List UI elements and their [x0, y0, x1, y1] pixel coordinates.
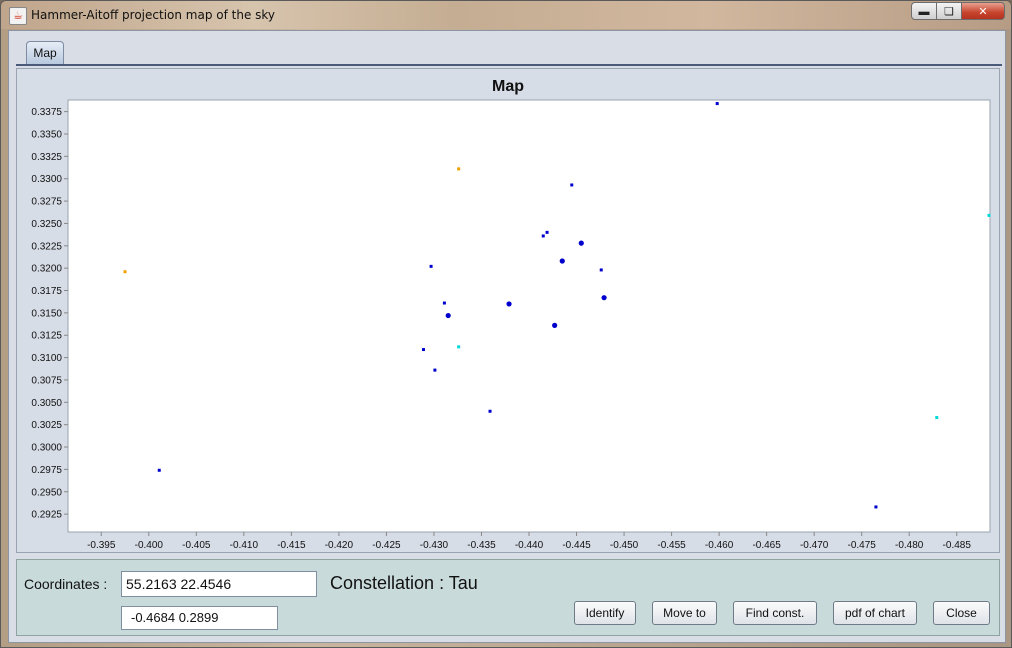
- y-tick-label: 0.3175: [31, 286, 62, 297]
- y-axis: 0.2925 0.2950 0.2975 0.3000 0.3025 0.3050 0.30…: [31, 107, 68, 521]
- y-tick-label: 0.3100: [31, 353, 62, 364]
- identify-button[interactable]: Identify: [574, 601, 636, 625]
- y-tick-label: 0.3275: [31, 197, 62, 208]
- star-point[interactable]: [429, 264, 433, 268]
- control-panel: Coordinates : 55.2163 22.4546 -0.4684 0.…: [16, 559, 1000, 636]
- map-chart[interactable]: Map 0.2925 0.2950 0.2975 0.3000 0.3025 0.3050…: [17, 69, 999, 552]
- x-tick-label: -0.395: [87, 540, 116, 551]
- star-point[interactable]: [442, 301, 446, 305]
- window-title: Hammer-Aitoff projection map of the sky: [31, 8, 276, 22]
- x-tick-label: -0.480: [895, 540, 924, 551]
- star-point[interactable]: [601, 295, 607, 301]
- y-tick-label: 0.3075: [31, 375, 62, 386]
- projected-value: -0.4684 0.2899: [131, 610, 219, 625]
- x-axis: -0.395 -0.400 -0.405 -0.410 -0.415 -0.420 -0.4…: [87, 532, 971, 551]
- star-point[interactable]: [570, 183, 574, 187]
- y-tick-label: 0.3200: [31, 264, 62, 275]
- map-chart-panel: Map 0.2925 0.2950 0.2975 0.3000 0.3025 0.3050…: [16, 68, 1000, 553]
- content-area: Map Map 0.2925 0.2950 0.2975 0.3000 0.3025 0.…: [8, 30, 1006, 643]
- star-point[interactable]: [457, 345, 461, 349]
- star-point[interactable]: [488, 409, 492, 413]
- y-tick-label: 0.2975: [31, 465, 62, 476]
- coordinates-label: Coordinates :: [24, 576, 108, 592]
- y-tick-label: 0.3350: [31, 129, 62, 140]
- x-tick-label: -0.435: [467, 540, 496, 551]
- x-tick-label: -0.425: [372, 540, 401, 551]
- x-tick-label: -0.445: [562, 540, 591, 551]
- star-point[interactable]: [445, 312, 451, 319]
- y-tick-label: 0.3000: [31, 443, 62, 454]
- x-tick-label: -0.430: [420, 540, 449, 551]
- star-point[interactable]: [157, 468, 161, 472]
- app-window: ☕ Hammer-Aitoff projection map of the sk…: [0, 0, 1012, 648]
- star-point[interactable]: [506, 301, 512, 307]
- window-controls: ▬ ❏ ✕: [911, 2, 1005, 21]
- coordinates-field[interactable]: 55.2163 22.4546: [121, 571, 317, 597]
- y-tick-label: 0.3325: [31, 152, 62, 163]
- y-tick-label: 0.3050: [31, 398, 62, 409]
- x-tick-label: -0.400: [135, 540, 164, 551]
- star-point[interactable]: [874, 505, 878, 509]
- y-tick-label: 0.3250: [31, 219, 62, 230]
- star-point[interactable]: [987, 213, 991, 217]
- x-tick-label: -0.485: [943, 540, 972, 551]
- chart-title: Map: [492, 78, 524, 95]
- x-tick-label: -0.450: [610, 540, 639, 551]
- pdf-of-chart-button[interactable]: pdf of chart: [833, 601, 917, 625]
- y-tick-label: 0.3225: [31, 241, 62, 252]
- x-tick-label: -0.420: [325, 540, 354, 551]
- x-tick-label: -0.405: [182, 540, 211, 551]
- x-tick-label: -0.440: [515, 540, 544, 551]
- star-point[interactable]: [123, 270, 127, 274]
- x-tick-label: -0.460: [705, 540, 734, 551]
- y-tick-label: 0.3125: [31, 331, 62, 342]
- coordinates-value: 55.2163 22.4546: [126, 576, 232, 592]
- y-tick-label: 0.3150: [31, 308, 62, 319]
- star-point[interactable]: [599, 268, 603, 272]
- minimize-icon[interactable]: ▬: [911, 2, 937, 20]
- y-tick-label: 0.2950: [31, 487, 62, 498]
- title-bar[interactable]: ☕ Hammer-Aitoff projection map of the sk…: [1, 1, 1011, 29]
- y-tick-label: 0.2925: [31, 510, 62, 521]
- projected-coordinates-field[interactable]: -0.4684 0.2899: [121, 606, 278, 630]
- star-point[interactable]: [578, 240, 584, 246]
- x-tick-label: -0.410: [230, 540, 259, 551]
- x-tick-label: -0.475: [848, 540, 877, 551]
- star-point[interactable]: [457, 167, 461, 171]
- find-const-button[interactable]: Find const.: [733, 601, 817, 625]
- star-point[interactable]: [559, 258, 565, 264]
- star-point[interactable]: [541, 234, 545, 238]
- move-to-button[interactable]: Move to: [652, 601, 717, 625]
- close-icon[interactable]: ✕: [961, 2, 1005, 20]
- star-point[interactable]: [715, 102, 719, 106]
- star-point[interactable]: [421, 348, 425, 352]
- y-tick-label: 0.3375: [31, 107, 62, 118]
- star-point[interactable]: [545, 230, 549, 234]
- tab-map[interactable]: Map: [26, 41, 64, 64]
- star-point[interactable]: [935, 416, 939, 420]
- close-button[interactable]: Close: [933, 601, 990, 625]
- x-tick-label: -0.455: [657, 540, 686, 551]
- x-tick-label: -0.465: [752, 540, 781, 551]
- y-tick-label: 0.3025: [31, 420, 62, 431]
- star-point[interactable]: [552, 322, 558, 328]
- star-point[interactable]: [433, 368, 437, 372]
- x-tick-label: -0.470: [800, 540, 829, 551]
- plot-area: [67, 99, 991, 533]
- constellation-label: Constellation : Tau: [330, 573, 478, 593]
- java-icon: ☕: [9, 7, 27, 25]
- maximize-icon[interactable]: ❏: [936, 2, 962, 20]
- x-tick-label: -0.415: [277, 540, 306, 551]
- y-tick-label: 0.3300: [31, 174, 62, 185]
- tab-divider: [16, 64, 1002, 66]
